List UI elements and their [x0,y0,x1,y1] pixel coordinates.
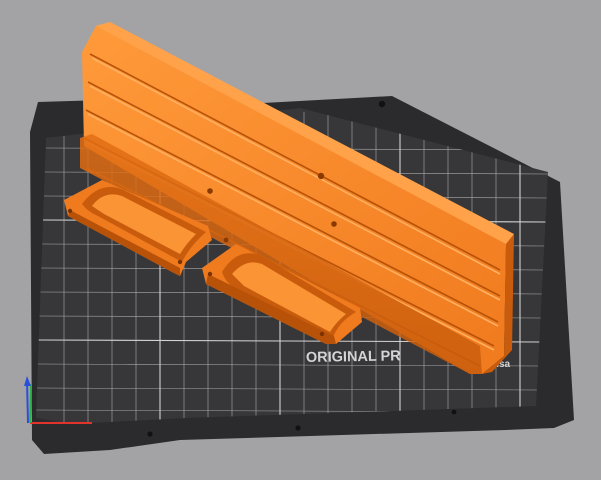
z-axis-icon [26,379,29,424]
panel-screw-hole [331,221,337,227]
bed-hole [147,431,153,437]
panel-screw-hole [223,237,229,243]
panel-screw-hole [317,172,325,180]
3d-viewport[interactable]: ORIGINAL PR rusa [0,0,601,480]
clip-screw-hole [207,271,213,277]
y-axis-icon [29,383,32,424]
bed-hole [451,409,457,415]
clip-screw-hole [67,208,73,214]
panel-screw-hole [207,188,213,194]
clip-screw-hole [177,259,183,265]
bed-brand-text: ORIGINAL PR [306,348,402,366]
bed-hole [295,425,301,431]
bed-hole [378,100,386,108]
clip-screw-hole [319,331,325,337]
z-axis-arrow-icon [24,376,31,386]
